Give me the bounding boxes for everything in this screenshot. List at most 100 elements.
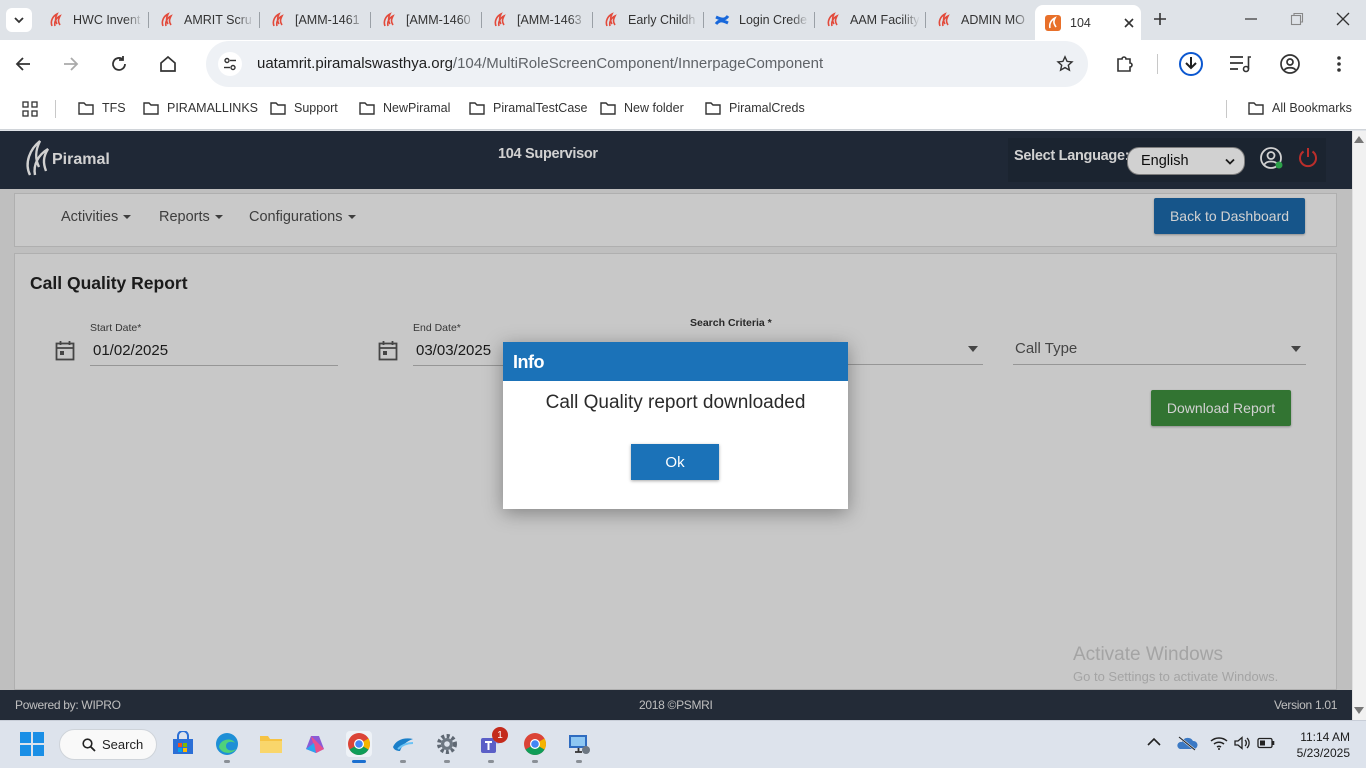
folder-icon — [1248, 102, 1264, 115]
profile-button[interactable] — [1279, 53, 1301, 75]
remote-desktop-taskbar-icon[interactable] — [566, 731, 592, 757]
file-explorer-taskbar-icon[interactable] — [258, 731, 284, 757]
tab-search-button[interactable] — [6, 8, 32, 32]
tab-separator — [370, 12, 371, 28]
tab-label: Early Childh — [628, 13, 696, 27]
chevron-up-icon — [1147, 737, 1161, 746]
bookmark-folder[interactable]: NewPiramal — [359, 101, 450, 115]
active-indicator — [352, 760, 366, 763]
speaker-icon — [1234, 736, 1250, 750]
tab-separator — [592, 12, 593, 28]
settings-taskbar-icon[interactable] — [434, 731, 460, 757]
bookmark-star-button[interactable] — [1056, 55, 1074, 73]
close-icon — [1336, 12, 1350, 26]
page-scrollbar[interactable] — [1352, 131, 1366, 720]
bookmark-label: PiramalCreds — [729, 101, 805, 115]
forward-button[interactable] — [62, 55, 80, 73]
chrome-taskbar-icon[interactable] — [346, 731, 372, 757]
volume-tray-icon[interactable] — [1234, 736, 1250, 750]
running-indicator — [444, 760, 450, 763]
taskbar-search-box[interactable]: Search — [59, 729, 157, 760]
running-indicator — [532, 760, 538, 763]
close-window-button[interactable] — [1336, 12, 1350, 26]
microsoft-store-icon — [173, 731, 193, 754]
onedrive-tray-icon[interactable] — [1176, 735, 1198, 751]
extensions-button[interactable] — [1114, 53, 1136, 75]
edge-browser-icon — [216, 733, 238, 755]
browser-tab[interactable]: Early Childh — [603, 6, 703, 34]
chrome-browser-icon — [524, 733, 546, 755]
new-tab-button[interactable] — [1152, 11, 1168, 27]
browser-tab[interactable]: HWC Invent — [48, 6, 148, 34]
site-info-button[interactable] — [218, 52, 242, 76]
app-favicon-icon — [1045, 14, 1061, 31]
start-button[interactable] — [20, 732, 44, 756]
windows-taskbar — [0, 720, 1366, 768]
url-path: /104/MultiRoleScreenComponent/InnerpageC… — [452, 55, 824, 72]
microsoft-365-icon — [306, 736, 324, 753]
browser-tab[interactable]: [AMM-1460 — [381, 6, 481, 34]
clock-time: 11:14 AM — [1300, 730, 1350, 744]
tab-label: [AMM-1463 — [517, 13, 582, 27]
dialog-title: Info — [503, 342, 848, 381]
home-button[interactable] — [158, 54, 178, 74]
chrome-second-taskbar-icon[interactable] — [522, 731, 548, 757]
folder-icon — [600, 102, 616, 115]
show-hidden-icons-button[interactable] — [1147, 737, 1161, 747]
browser-menu-button[interactable] — [1335, 55, 1343, 73]
browser-tab[interactable]: AMRIT Scru — [159, 6, 259, 34]
cloud-offline-icon — [1177, 736, 1198, 751]
browser-tab-active[interactable]: 104 — [1035, 5, 1141, 40]
close-tab-icon[interactable] — [1124, 17, 1134, 28]
dialog-message: Call Quality report downloaded — [545, 392, 806, 413]
playlist-icon — [1230, 56, 1251, 73]
m365-taskbar-icon[interactable] — [302, 731, 328, 757]
running-indicator — [400, 760, 406, 763]
apps-button[interactable] — [22, 101, 38, 117]
scroll-down-button[interactable] — [1354, 707, 1364, 715]
piramal-favicon-icon — [50, 12, 62, 27]
home-icon — [160, 55, 176, 72]
browser-tab[interactable]: [AMM-1461 — [270, 6, 370, 34]
bookmark-folder[interactable]: Support — [270, 101, 338, 115]
store-taskbar-icon[interactable] — [170, 731, 196, 757]
running-indicator — [576, 760, 582, 763]
bookmark-folder[interactable]: PiramalCreds — [705, 101, 805, 115]
media-controls-button[interactable] — [1228, 54, 1252, 74]
tab-separator — [259, 12, 260, 28]
bookmark-folder[interactable]: PIRAMALLINKS — [143, 101, 258, 115]
browser-tab[interactable]: [AMM-1463 — [492, 6, 592, 34]
scroll-up-button[interactable] — [1354, 135, 1364, 143]
bookmark-label: NewPiramal — [383, 101, 451, 115]
bookmark-label: Support — [294, 101, 338, 115]
edge-taskbar-icon[interactable] — [214, 731, 240, 757]
piramal-favicon-icon — [383, 12, 395, 27]
browser-tab[interactable]: AAM Facility — [825, 6, 925, 34]
tab-separator — [481, 12, 482, 28]
restore-button[interactable] — [1290, 12, 1304, 26]
bookmark-label: PIRAMALLINKS — [167, 101, 259, 115]
browser-tab[interactable]: Login Crede — [714, 6, 814, 34]
minimize-button[interactable] — [1244, 12, 1258, 26]
tab-label: AAM Facility — [850, 13, 920, 27]
tab-label: [AMM-1461 — [295, 13, 360, 27]
tab-separator — [148, 12, 149, 28]
azure-data-studio-icon — [393, 738, 414, 751]
all-bookmarks-button[interactable]: All Bookmarks — [1248, 101, 1352, 115]
dialog-ok-button[interactable]: Ok — [631, 444, 719, 480]
onedrive-taskbar-icon[interactable] — [390, 731, 416, 757]
puzzle-icon — [1117, 56, 1133, 72]
url-text[interactable]: uatamrit.piramalswasthya.org/104/MultiRo… — [257, 55, 823, 72]
reload-button[interactable] — [110, 55, 128, 73]
bookmark-folder[interactable]: PiramalTestCase — [469, 101, 587, 115]
wifi-tray-icon[interactable] — [1210, 736, 1228, 750]
taskbar-clock[interactable]: 11:14 AM 5/23/2025 — [1270, 729, 1350, 761]
bookmark-folder[interactable]: New folder — [600, 101, 684, 115]
downloads-button[interactable] — [1178, 51, 1204, 77]
bookmark-folder[interactable]: TFS — [78, 101, 126, 115]
back-button[interactable] — [14, 55, 32, 73]
browser-tab[interactable]: ADMIN MO — [936, 6, 1031, 34]
tab-label: AMRIT Scru — [184, 13, 252, 27]
star-icon — [1056, 55, 1074, 72]
tab-label: HWC Invent — [73, 13, 141, 27]
